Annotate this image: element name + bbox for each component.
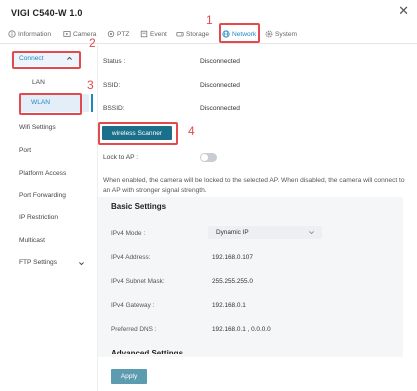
- chevron-down-icon[interactable]: [78, 260, 85, 267]
- preferred-dns-value: 192.168.0.1 , 0.0.0.0: [212, 326, 271, 333]
- basic-settings-title: Basic Settings: [111, 202, 167, 211]
- gateway-value: 192.168.0.1: [212, 302, 246, 309]
- tab-information[interactable]: Information: [8, 28, 51, 40]
- ipv4-address-value: 192.168.0.107: [212, 254, 253, 261]
- tab-system-label: System: [275, 30, 297, 38]
- lock-to-ap-label: Lock to AP :: [103, 154, 139, 161]
- preferred-dns-label: Preferred DNS :: [111, 326, 157, 333]
- apply-button[interactable]: Apply: [111, 369, 147, 384]
- ipv4-address-label: IPv4 Address:: [111, 254, 151, 261]
- close-icon[interactable]: ✕: [398, 4, 409, 17]
- storage-icon: [176, 32, 184, 37]
- status-value: Disconnected: [200, 58, 240, 65]
- sidebar-item-port-forwarding[interactable]: Port Forwarding: [19, 192, 66, 199]
- tab-storage-label: Storage: [186, 30, 210, 38]
- ssid-label: SSID:: [103, 82, 121, 89]
- lock-to-ap-toggle[interactable]: [200, 153, 217, 162]
- annotation-number-3: 3: [87, 78, 94, 92]
- annotation-number-1: 1: [206, 13, 213, 27]
- gear-icon: [265, 30, 273, 38]
- sidebar-item-port[interactable]: Port: [19, 147, 31, 154]
- tab-information-label: Information: [18, 30, 51, 38]
- top-tabs: Information Camera PTZ Event Storage Net…: [0, 26, 417, 43]
- ptz-icon: [107, 30, 115, 38]
- toggle-knob: [201, 154, 208, 161]
- annotation-box-connect: [12, 51, 81, 69]
- tab-event[interactable]: Event: [140, 28, 167, 40]
- sidebar-item-multicast[interactable]: Multicast: [19, 237, 45, 244]
- ipv4-mode-label: IPv4 Mode :: [111, 230, 146, 237]
- advanced-settings-title: Advanced Settings: [111, 349, 184, 354]
- sidebar-item-platform-access[interactable]: Platform Access: [19, 170, 66, 177]
- status-label: Status :: [103, 58, 126, 65]
- tab-ptz-label: PTZ: [117, 30, 130, 38]
- annotation-number-2: 2: [89, 36, 96, 50]
- gateway-label: IPv4 Gateway :: [111, 302, 155, 309]
- bssid-label: BSSID:: [103, 105, 125, 112]
- tab-system[interactable]: System: [265, 28, 297, 40]
- bssid-value: Disconnected: [200, 105, 240, 112]
- annotation-number-4: 4: [188, 124, 195, 138]
- tabs-divider: [0, 43, 417, 44]
- wireless-scanner-button[interactable]: wireless Scanner: [102, 126, 172, 140]
- tab-storage[interactable]: Storage: [176, 28, 209, 40]
- chevron-down-icon: [309, 231, 314, 235]
- camera-icon: [63, 31, 71, 37]
- subnet-mask-value: 255.255.255.0: [212, 278, 253, 285]
- sidebar-item-lan[interactable]: LAN: [32, 79, 45, 86]
- sidebar-item-ftp-settings[interactable]: FTP Settings: [19, 259, 57, 266]
- ssid-value: Disconnected: [200, 82, 240, 89]
- sidebar-item-ip-restriction[interactable]: IP Restriction: [19, 214, 58, 221]
- info-icon: [8, 30, 16, 38]
- basic-settings-panel: [98, 197, 403, 357]
- lock-to-ap-note: When enabled, the camera will be locked …: [103, 177, 405, 194]
- ipv4-mode-select[interactable]: Dynamic IP: [208, 226, 322, 239]
- wlan-active-indicator: [91, 94, 93, 112]
- window-title: VIGI C540-W 1.0: [11, 8, 83, 18]
- sidebar-item-wifi-settings[interactable]: Wifi Settings: [19, 124, 56, 131]
- tab-ptz[interactable]: PTZ: [107, 28, 129, 40]
- event-icon: [140, 30, 148, 38]
- annotation-box-network: [219, 23, 260, 43]
- ipv4-mode-value: Dynamic IP: [216, 229, 249, 236]
- annotation-box-wlan: [19, 93, 82, 115]
- subnet-mask-label: IPv4 Subnet Mask:: [111, 278, 165, 285]
- tab-event-label: Event: [150, 30, 167, 38]
